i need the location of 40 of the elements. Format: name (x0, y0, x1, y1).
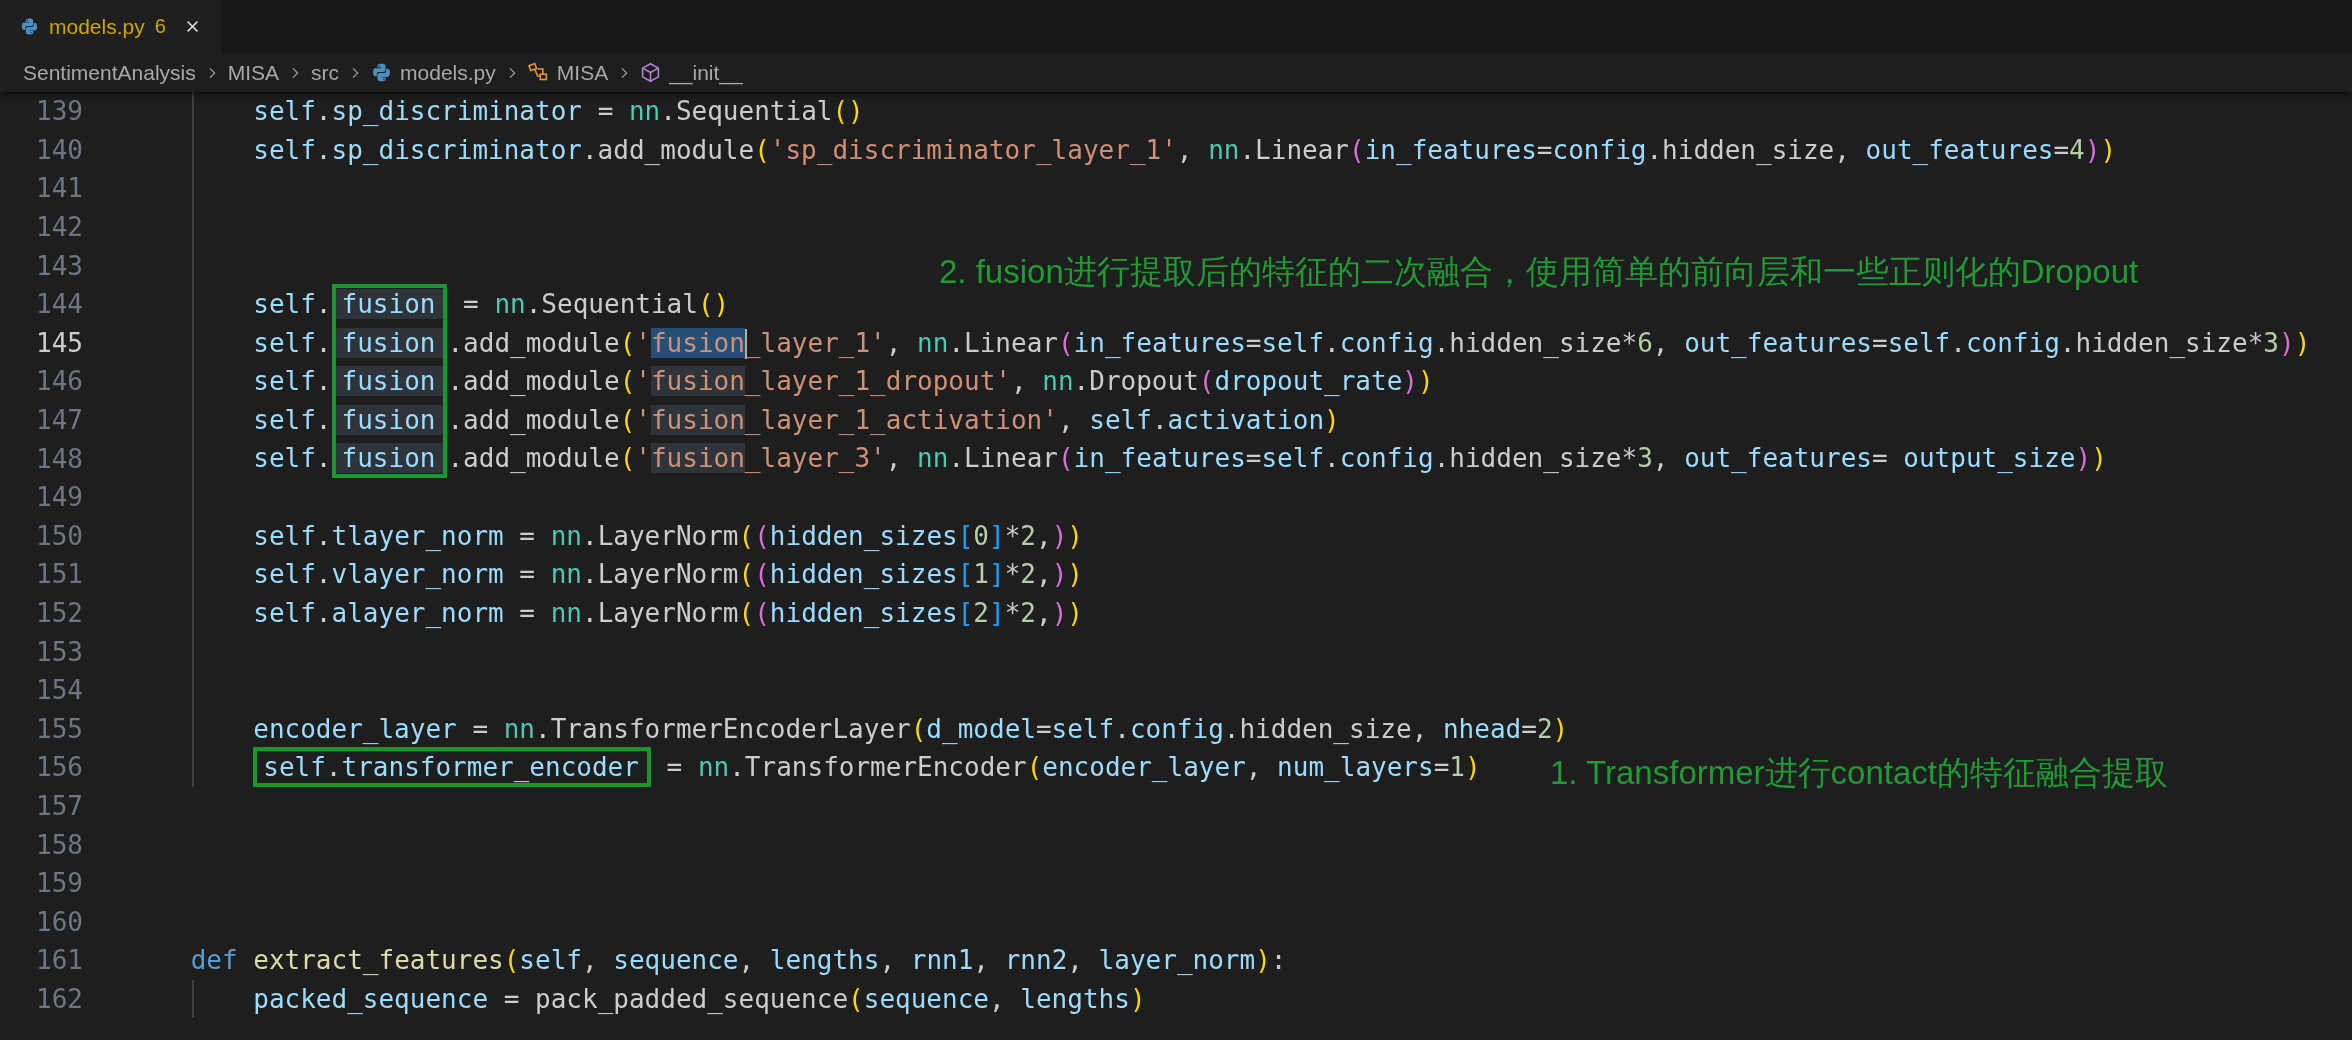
line-number: 143 (35, 250, 84, 281)
breadcrumb-item[interactable]: MISA (227, 60, 280, 85)
line-number: 141 (35, 173, 84, 204)
line-number: 155 (35, 713, 84, 744)
line-number: 162 (35, 983, 84, 1014)
line-number: 140 (35, 134, 84, 165)
line-number: 157 (35, 791, 84, 821)
breadcrumb-item[interactable]: SentimentAnalysis (23, 60, 196, 85)
class-icon (527, 62, 549, 83)
line-number: 151 (35, 559, 84, 590)
line-number: 161 (35, 945, 84, 976)
line-number: 146 (35, 366, 84, 397)
line-number: 148 (35, 443, 84, 474)
editor-tab[interactable]: models.py 6 (0, 0, 221, 53)
line-number: 144 (35, 289, 84, 320)
breadcrumb-item[interactable]: src (311, 60, 340, 85)
breadcrumb-item[interactable]: MISA (556, 60, 609, 85)
breadcrumb-item[interactable]: __init__ (669, 60, 743, 85)
line-number: 160 (35, 906, 84, 937)
line-number: 147 (35, 405, 84, 436)
python-icon (371, 62, 393, 83)
tab-label: models.py (49, 14, 145, 39)
line-number: 139 (35, 96, 84, 127)
line-number: 150 (35, 520, 84, 551)
cube-icon (640, 62, 662, 83)
line-number: 153 (35, 636, 84, 667)
line-number: 145 (35, 327, 84, 358)
line-number: 142 (35, 212, 84, 243)
line-number: 158 (35, 829, 84, 860)
annotation-text: 1. Transformer进行contact的特征融合提取 (1550, 753, 2168, 794)
python-icon (20, 17, 39, 36)
line-number: 152 (35, 598, 84, 628)
line-number: 159 (35, 868, 84, 899)
annotation-text: 2. fusion进行提取后的特征的二次融合，使用简单的前向层和一些正则化的Dropout (939, 251, 2139, 292)
line-number: 149 (35, 482, 84, 513)
problem-count: 6 (154, 15, 166, 38)
line-number: 156 (35, 752, 84, 783)
code-line: def extract_features(self, sequence, lengths, rnn1, rnn2, layer_norm): (189, 944, 1287, 978)
line-number: 154 (35, 675, 84, 706)
breadcrumb-item[interactable]: models.py (400, 60, 496, 85)
